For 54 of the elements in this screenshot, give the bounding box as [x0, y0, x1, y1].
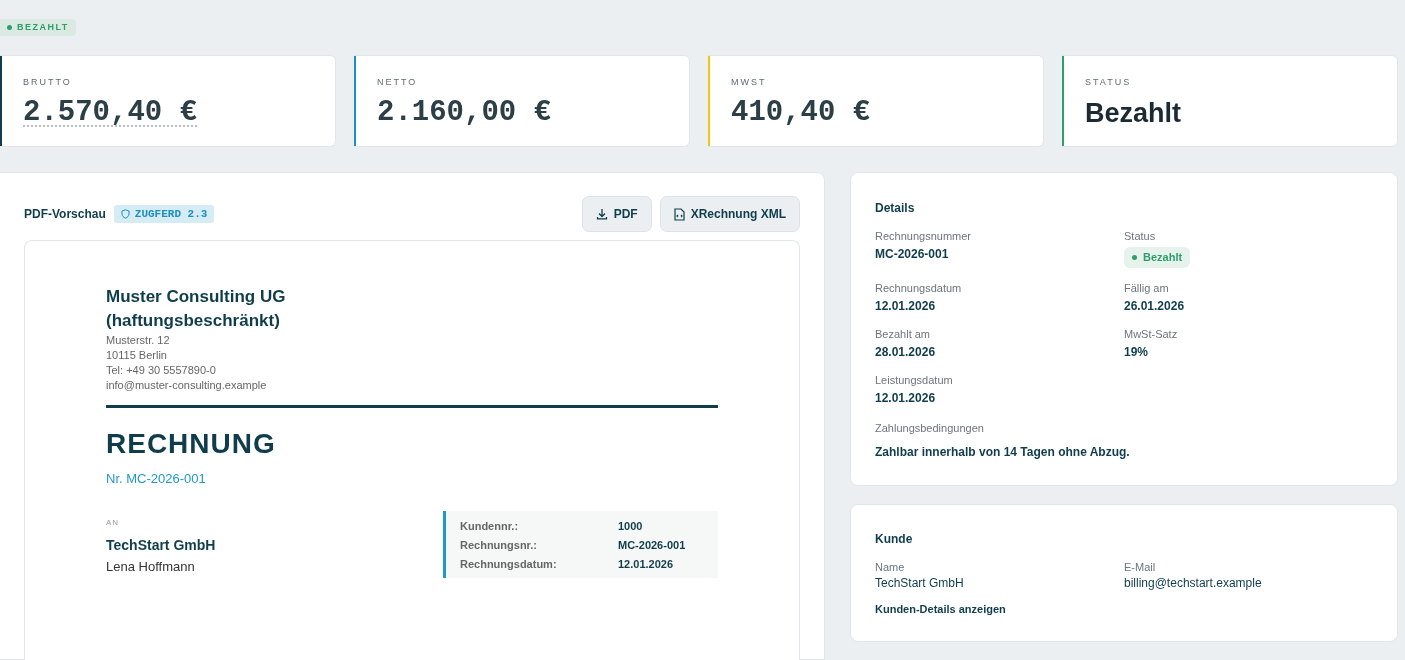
field-label: Status	[1124, 229, 1157, 243]
address-line: info@muster-consulting.example	[106, 378, 268, 393]
recipient-label: AN	[106, 516, 121, 529]
field-value: MC-2026-001	[875, 246, 950, 262]
meta-label: Rechnungsdatum:	[460, 556, 558, 572]
stat-label: BRUTTO	[23, 76, 73, 89]
meta-value: 1000	[618, 518, 644, 534]
field-value: 28.01.2026	[875, 344, 937, 360]
field-label: Zahlungsbedingungen	[875, 421, 985, 436]
stat-value: 410,40 €	[731, 95, 871, 130]
pdf-download-button[interactable]: PDF	[581, 196, 652, 232]
field-value: 12.01.2026	[875, 298, 937, 314]
address-line: Tel: +49 30 5557890-0	[106, 363, 217, 378]
field-label: Bezahlt am	[875, 327, 932, 341]
card-title: Kunde	[875, 531, 914, 548]
meta-label: Rechnungsnr.:	[460, 537, 538, 553]
field-value: 12.01.2026	[875, 390, 937, 406]
card-title: Details	[875, 200, 916, 217]
address-line: 10115 Berlin	[106, 348, 168, 363]
field-label: Rechnungsnummer	[875, 229, 972, 243]
field-value: 19%	[1124, 344, 1150, 360]
field-value: billing@techstart.example	[1124, 575, 1263, 591]
payment-terms: Zahlbar innerhalb von 14 Tagen ohne Abzug.	[875, 443, 1131, 461]
stat-label: NETTO	[377, 76, 419, 89]
field-label: Name	[875, 560, 906, 574]
field-label: Leistungsdatum	[875, 373, 954, 387]
stat-label: MWST	[731, 76, 768, 89]
field-value: TechStart GmbH	[875, 575, 965, 591]
company-name: Muster Consulting UG (haftungsbeschränkt)	[106, 286, 287, 332]
download-icon	[595, 208, 608, 220]
field-label: MwSt-Satz	[1124, 327, 1179, 341]
status-badge: BEZAHLT	[0, 19, 76, 36]
stat-value: 2.570,40 €	[23, 95, 198, 130]
document-heading: RECHNUNG	[106, 428, 277, 460]
meta-value: MC-2026-001	[618, 537, 687, 553]
stat-value: Bezahlt	[1085, 96, 1182, 130]
stat-label: STATUS	[1085, 76, 1133, 89]
recipient-name: TechStart GmbH	[106, 535, 216, 555]
xml-download-button[interactable]: XRechnung XML	[659, 196, 800, 232]
format-badge: ZUGFERD 2.3	[113, 205, 215, 223]
field-value: 26.01.2026	[1124, 298, 1186, 314]
panel-title: PDF-Vorschau	[24, 206, 106, 223]
customer-details-link[interactable]: Kunden-Details anzeigen	[875, 601, 1006, 618]
meta-value: 12.01.2026	[618, 556, 675, 572]
recipient-line: Lena Hoffmann	[106, 557, 196, 576]
shield-icon	[120, 209, 130, 219]
stat-value: 2.160,00 €	[377, 95, 552, 130]
status-badge: Bezahlt	[1124, 247, 1191, 268]
field-label: Rechnungsdatum	[875, 281, 963, 295]
address-line: Musterstr. 12	[106, 333, 171, 348]
invoice-number: Nr. MC-2026-001	[106, 470, 207, 488]
field-label: E-Mail	[1124, 560, 1157, 574]
field-label: Fällig am	[1124, 281, 1170, 295]
meta-label: Kundennr.:	[460, 518, 520, 534]
